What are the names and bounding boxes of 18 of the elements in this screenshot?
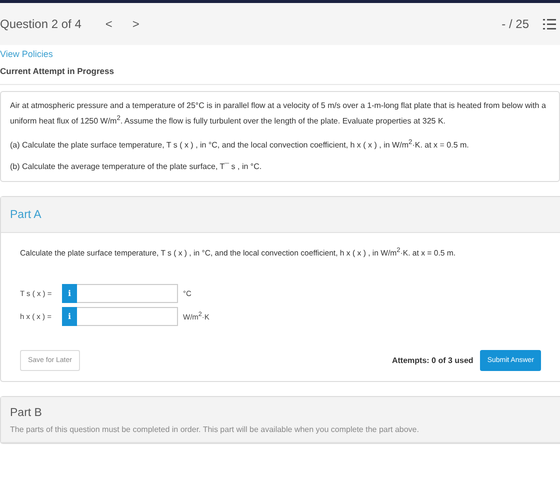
answer-field[interactable] (77, 306, 178, 326)
part-locked-message: The parts of this question must be completed in order. This part will be available when you complete the part above. (10, 424, 420, 434)
list-icon[interactable] (543, 18, 556, 30)
part-title: Part B (10, 406, 43, 419)
info-button[interactable]: i (62, 284, 77, 303)
question-title: Question 2 of 4 (0, 17, 82, 31)
attempt-status: Current Attempt in Progress (0, 64, 560, 85)
problem-text: (b) Calculate the average temperature of the plate surface, T¯ s , in °C. (10, 160, 263, 173)
part-title: Part A (10, 209, 42, 222)
view-policies-link[interactable]: View Policies (0, 47, 560, 61)
info-button[interactable]: i (62, 306, 77, 326)
next-button[interactable]: > (122, 17, 150, 31)
attempts-counter: Attempts: 0 of 3 used (392, 356, 474, 365)
problem-text: Air at atmospheric pressure and a temperature of 25°C is in parallel flow at a velocity of 5 m/s over a 1-m-long flat plate that is heated from below with a uniform heat flux of 1250 W/m$^{2}$. Assume the flow is fully turbulent over the length of the plate. Evaluate properties at 325 K. (10, 100, 547, 128)
score: - / 25 (502, 17, 529, 31)
answer-field[interactable] (77, 284, 178, 303)
previous-button[interactable]: < (95, 17, 122, 31)
problem-text: (a) Calculate the plate surface temperature, T s ( x ) , in °C, and the local convection coefficient, h x ( x ) , in W/m$^{2}$·K. at x = 0.5 m. (10, 138, 470, 152)
